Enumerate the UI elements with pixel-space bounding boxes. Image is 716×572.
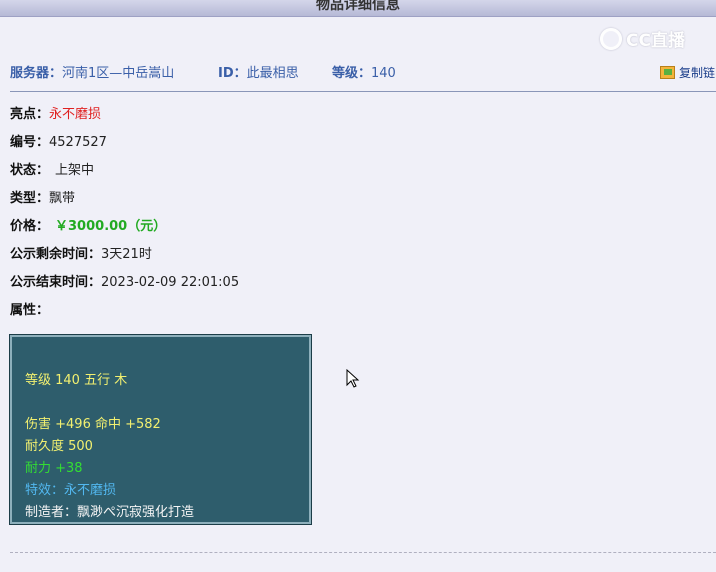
copy-link-label: 复制链 bbox=[679, 66, 716, 80]
bottom-divider bbox=[10, 552, 716, 553]
divider bbox=[10, 91, 716, 92]
attributes-label: 属性： bbox=[10, 303, 50, 318]
highlight-label: 亮点： bbox=[10, 107, 50, 122]
info-bar: 服务器：河南1区—中岳嵩山 ID：此最相思 等级：140 bbox=[10, 62, 716, 84]
price-label: 价格： bbox=[10, 219, 50, 234]
watermark: CC直播 bbox=[600, 26, 685, 51]
attr-durability: 耐久度 500 bbox=[25, 439, 93, 454]
level-value: 140 bbox=[371, 66, 396, 81]
mouse-cursor-icon bbox=[346, 369, 360, 388]
cc-logo-icon bbox=[600, 27, 622, 50]
id-info: ID：此最相思 bbox=[218, 62, 299, 81]
window-titlebar: 物品详细信息 bbox=[0, 0, 716, 17]
end-time-value: 2023-02-09 22:01:05 bbox=[101, 275, 240, 290]
number-label: 编号： bbox=[10, 135, 50, 150]
highlight-value: 永不磨损 bbox=[49, 107, 102, 122]
status-label: 状态： bbox=[10, 163, 50, 178]
price-row: 价格： ￥3000.00（元） bbox=[10, 215, 166, 234]
attr-maker: 制造者：飘渺ぺ沉寂强化打造 bbox=[25, 505, 195, 520]
attr-stamina: 耐力 +38 bbox=[25, 461, 83, 476]
watermark-text: CC直播 bbox=[626, 31, 685, 51]
type-value: 飘带 bbox=[49, 191, 76, 206]
type-row: 类型：飘带 bbox=[10, 187, 75, 206]
number-row: 编号：4527527 bbox=[10, 131, 107, 150]
id-value: 此最相思 bbox=[246, 66, 299, 81]
status-row: 状态： 上架中 bbox=[10, 159, 94, 178]
attributes-panel: 等级 140 五行 木 伤害 +496 命中 +582 耐久度 500 耐力 +… bbox=[9, 334, 312, 525]
end-time-label: 公示结束时间： bbox=[10, 275, 102, 290]
attr-special: 特效：永不磨损 bbox=[25, 483, 117, 498]
copy-folder-icon bbox=[660, 66, 675, 79]
remaining-value: 3天21时 bbox=[101, 247, 152, 262]
highlight-row: 亮点：永不磨损 bbox=[10, 103, 101, 122]
end-time-row: 公示结束时间：2023-02-09 22:01:05 bbox=[10, 271, 239, 290]
window-title: 物品详细信息 bbox=[316, 0, 400, 13]
level-label: 等级： bbox=[332, 66, 372, 81]
attr-damage-hit: 伤害 +496 命中 +582 bbox=[25, 417, 161, 432]
price-value: ￥3000.00（元） bbox=[55, 219, 167, 234]
status-value: 上架中 bbox=[55, 163, 95, 178]
remaining-row: 公示剩余时间：3天21时 bbox=[10, 243, 152, 262]
server-label: 服务器： bbox=[10, 66, 63, 81]
level-info: 等级：140 bbox=[332, 62, 396, 81]
attr-level-element: 等级 140 五行 木 bbox=[25, 373, 128, 388]
attributes-row: 属性： bbox=[10, 299, 49, 318]
copy-link-button[interactable]: 复制链 bbox=[660, 64, 715, 81]
id-label: ID： bbox=[218, 66, 247, 81]
server-value: 河南1区—中岳嵩山 bbox=[62, 66, 175, 81]
remaining-label: 公示剩余时间： bbox=[10, 247, 102, 262]
server-info: 服务器：河南1区—中岳嵩山 bbox=[10, 62, 174, 81]
number-value: 4527527 bbox=[49, 135, 107, 150]
type-label: 类型： bbox=[10, 191, 50, 206]
